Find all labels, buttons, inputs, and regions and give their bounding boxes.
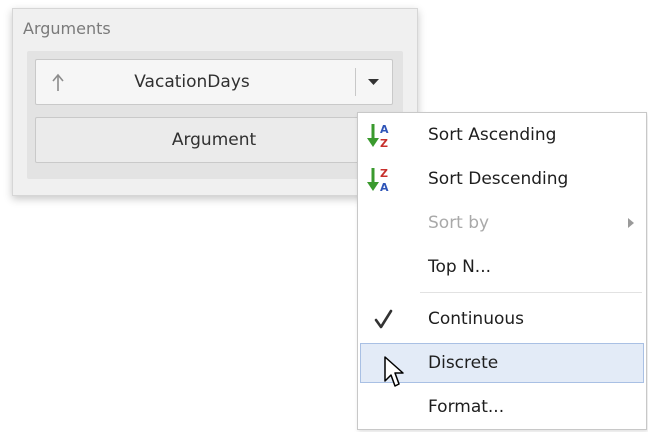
menu-item-format[interactable]: Format...	[360, 387, 644, 427]
menu-separator	[420, 292, 642, 293]
arguments-well: VacationDays Argument	[27, 51, 403, 179]
stage: Arguments VacationDays Argument A Z Sort…	[0, 0, 648, 432]
menu-item-label: Format...	[428, 397, 505, 417]
svg-text:Z: Z	[380, 167, 388, 180]
panel-title: Arguments	[23, 19, 111, 38]
menu-item-label: Continuous	[428, 309, 525, 329]
field-label: Argument	[171, 130, 257, 150]
field-dropdown-button[interactable]	[356, 60, 392, 104]
field-button-vacationdays[interactable]: VacationDays	[35, 59, 393, 105]
field-label: VacationDays	[134, 72, 250, 92]
menu-item-label: Sort Descending	[428, 169, 569, 189]
sort-descending-icon: Z A	[367, 167, 389, 193]
menu-item-label: Discrete	[428, 353, 499, 373]
svg-text:A: A	[380, 181, 389, 193]
menu-item-sort-by[interactable]: Sort by	[360, 203, 644, 243]
sort-ascending-icon: A Z	[367, 123, 389, 149]
menu-item-top-n[interactable]: Top N...	[360, 247, 644, 287]
svg-text:Z: Z	[380, 137, 388, 149]
chevron-down-icon	[368, 79, 379, 85]
menu-item-label: Sort Ascending	[428, 125, 557, 145]
menu-item-continuous[interactable]: Continuous	[360, 299, 644, 339]
menu-item-sort-descending[interactable]: Z A Sort Descending	[360, 159, 644, 199]
svg-text:A: A	[380, 123, 389, 136]
menu-item-label: Sort by	[428, 213, 490, 233]
field-button-argument[interactable]: Argument	[35, 117, 393, 163]
mouse-cursor-icon	[384, 356, 404, 387]
checkmark-icon	[374, 309, 393, 329]
menu-item-label: Top N...	[428, 257, 492, 277]
menu-item-sort-ascending[interactable]: A Z Sort Ascending	[360, 115, 644, 155]
chevron-right-icon	[628, 218, 634, 228]
